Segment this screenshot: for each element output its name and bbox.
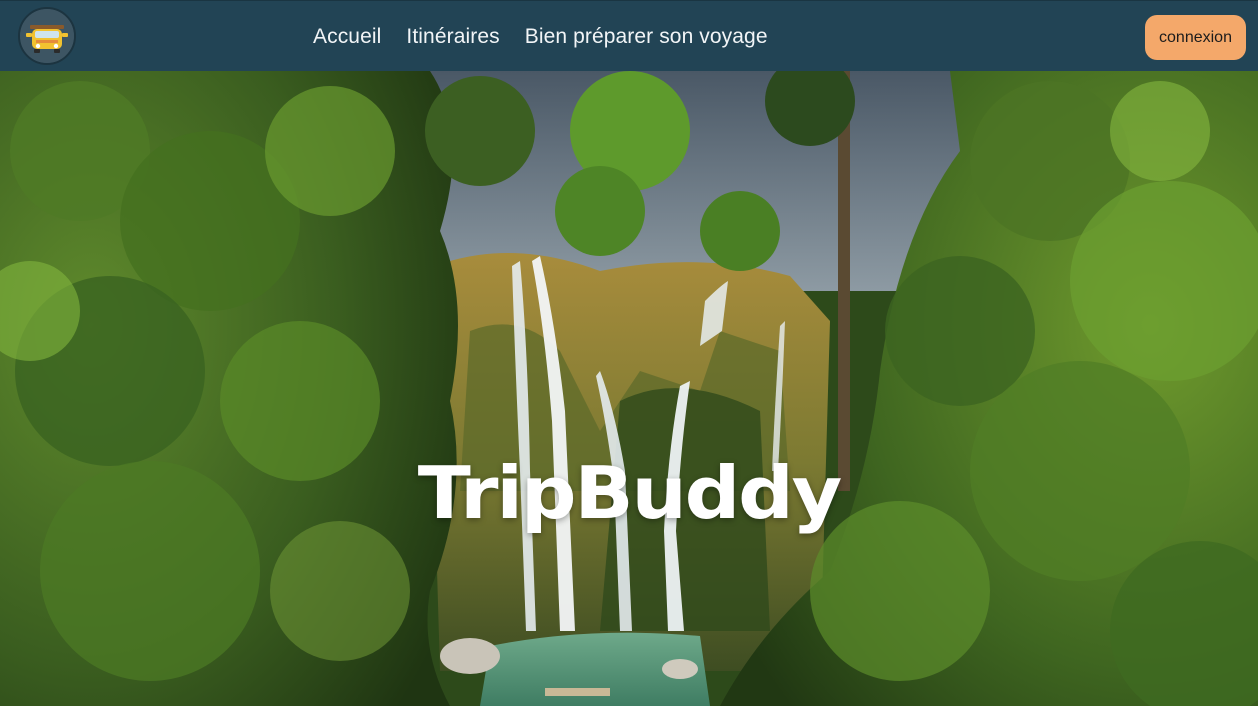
top-navbar: Accueil Itinéraires Bien préparer son vo… — [0, 0, 1258, 71]
hero-banner: TripBuddy — [0, 71, 1258, 706]
hero-title: TripBuddy — [417, 451, 843, 535]
nav-link-itineraires[interactable]: Itinéraires — [406, 25, 499, 49]
nav-link-bien-preparer[interactable]: Bien préparer son voyage — [525, 25, 768, 49]
main-nav: Accueil Itinéraires Bien préparer son vo… — [313, 21, 793, 53]
jungle-waterfall-photo — [0, 71, 1258, 706]
login-button[interactable]: connexion — [1145, 15, 1246, 60]
nav-link-accueil[interactable]: Accueil — [313, 25, 381, 49]
van-logo-icon[interactable] — [18, 7, 76, 65]
